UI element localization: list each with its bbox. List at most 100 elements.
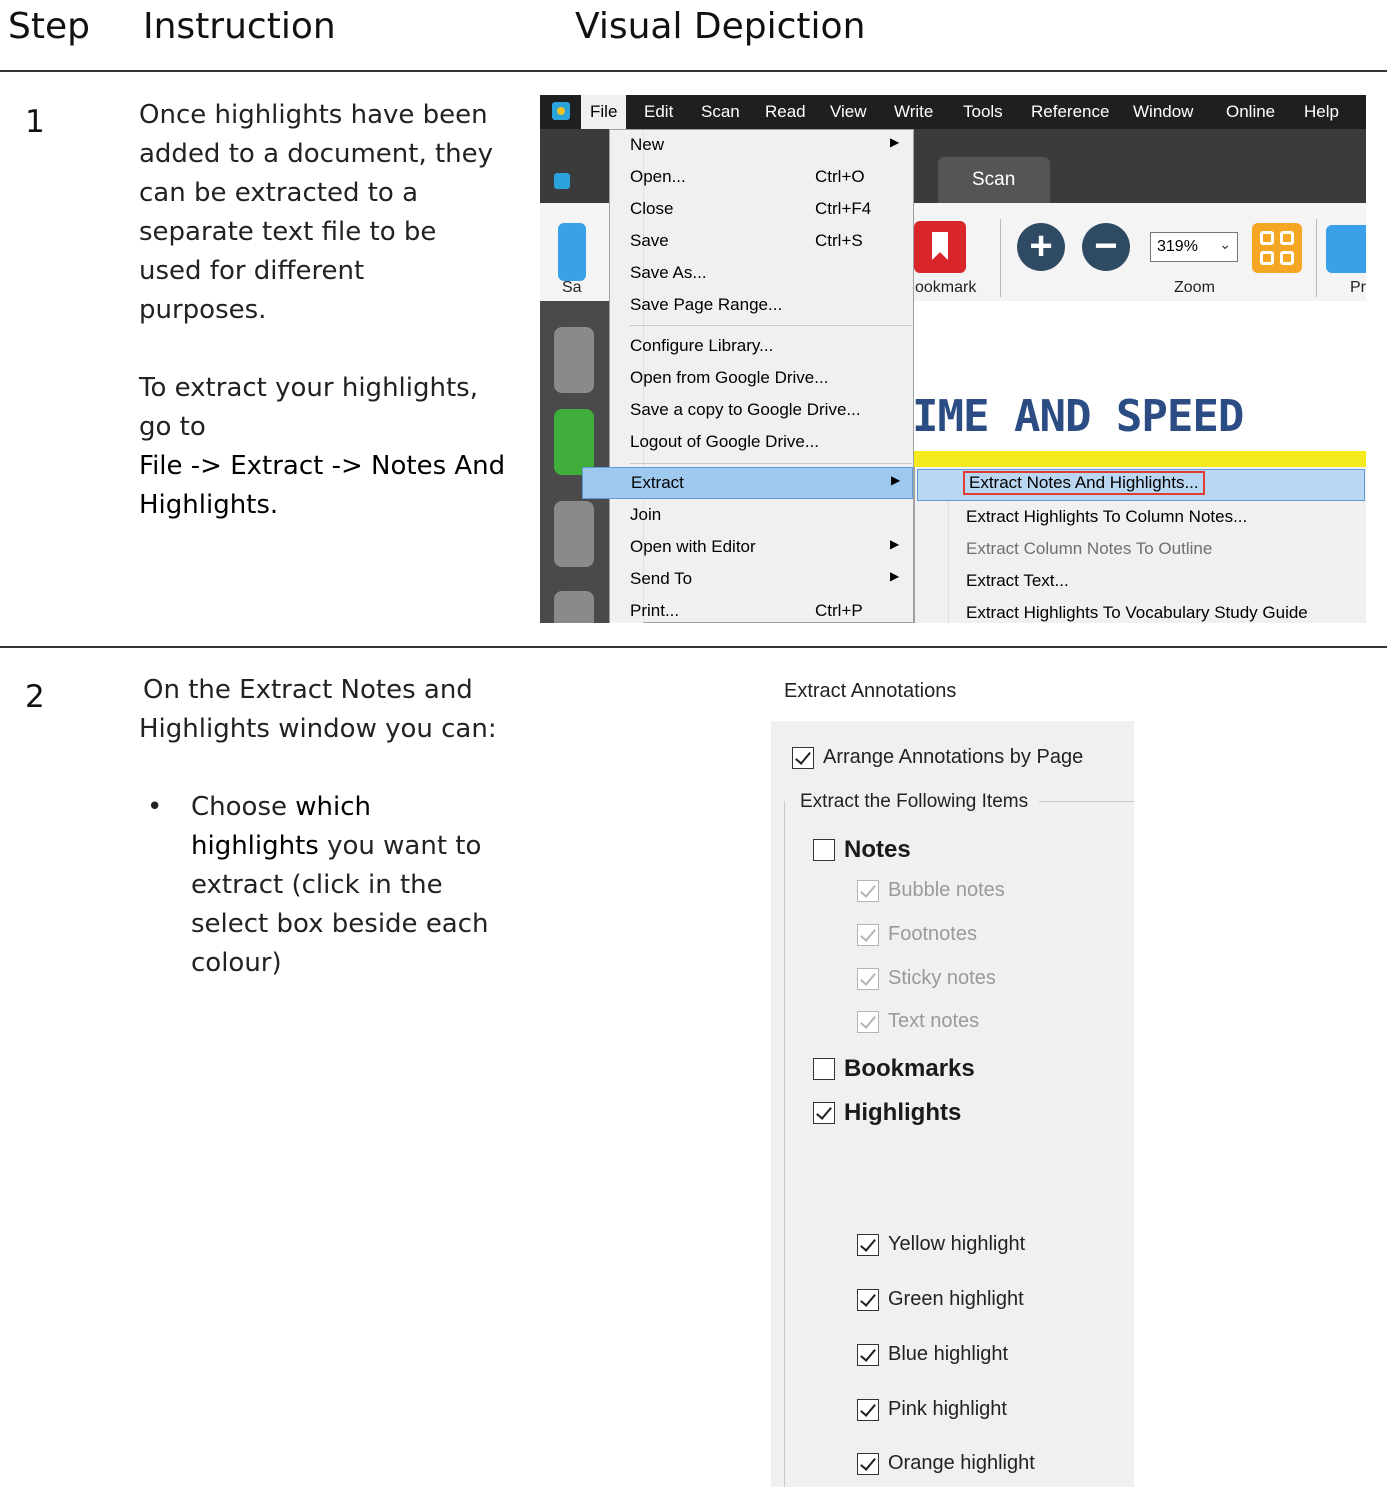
menu-separator — [630, 463, 912, 464]
menu-item-label: Send To — [630, 569, 693, 588]
tab-scan[interactable]: Scan — [938, 157, 1050, 205]
panel-button[interactable] — [554, 409, 594, 475]
menu-item-open-google-drive[interactable]: Open from Google Drive... — [610, 363, 913, 395]
checkbox-label: Blue highlight — [888, 1343, 1009, 1365]
submenu-item-extract-notes-highlights[interactable]: Extract Notes And Highlights... — [917, 469, 1365, 501]
menu-item-label: Extract Highlights To Column Notes... — [966, 507, 1248, 526]
menu-item-label: Save As... — [630, 263, 707, 282]
save-icon[interactable] — [558, 223, 586, 281]
chevron-right-icon: ▶ — [891, 473, 901, 487]
yellow-highlight-checkbox[interactable] — [857, 1234, 879, 1256]
menu-item-join[interactable]: Join — [610, 500, 913, 532]
step-2-bullet: • Choose which highlights you want to ex… — [147, 788, 531, 983]
menu-item-save-page-range[interactable]: Save Page Range... — [610, 290, 913, 322]
menu-item-label: Close — [630, 199, 674, 218]
bookmark-icon[interactable] — [914, 221, 966, 273]
print-icon[interactable] — [1326, 225, 1366, 273]
menu-file[interactable]: File — [581, 95, 627, 129]
checkbox-label: Highlights — [844, 1099, 962, 1126]
menu-item-save-copy-google-drive[interactable]: Save a copy to Google Drive... — [610, 395, 913, 427]
chevron-right-icon: ▶ — [890, 569, 900, 583]
submenu-item-extract-text[interactable]: Extract Text... — [915, 566, 1366, 598]
group-border — [784, 801, 785, 1487]
submenu-item-highlights-column-notes[interactable]: Extract Highlights To Column Notes... — [915, 502, 1366, 534]
menu-item-new[interactable]: New ▶ — [610, 130, 913, 162]
text-line: colour) — [191, 948, 282, 978]
green-highlight-checkbox[interactable] — [857, 1289, 879, 1311]
bookmark-label: ookmark — [915, 279, 977, 296]
group-border — [1039, 801, 1134, 802]
menu-item-print[interactable]: Print... Ctrl+P — [610, 596, 913, 623]
menu-item-configure-library[interactable]: Configure Library... — [610, 331, 913, 363]
menu-item-label: Join — [630, 505, 662, 524]
menu-item-extract[interactable]: Extract ▶ — [582, 467, 913, 499]
panel-button[interactable] — [554, 327, 594, 393]
panel-button[interactable] — [554, 501, 594, 567]
header-rule — [0, 70, 1387, 72]
orange-highlight-checkbox[interactable] — [857, 1453, 879, 1475]
submenu-item-vocabulary-study-guide[interactable]: Extract Highlights To Vocabulary Study G… — [915, 598, 1366, 623]
menu-scan[interactable]: Scan — [701, 102, 740, 122]
menu-online[interactable]: Online — [1226, 102, 1275, 122]
screenshot-file-menu: File Edit Scan Read View Write Tools Ref… — [540, 95, 1366, 623]
menu-item-save[interactable]: Save Ctrl+S — [610, 226, 913, 258]
text-line: added to a document, they — [139, 139, 494, 169]
highlights-checkbox[interactable] — [813, 1102, 835, 1124]
arrange-by-page-checkbox[interactable] — [792, 747, 814, 769]
menu-item-close[interactable]: Close Ctrl+F4 — [610, 194, 913, 226]
submenu-item-column-notes-outline: Extract Column Notes To Outline — [915, 534, 1366, 566]
header-step: Step — [8, 6, 90, 47]
menu-view[interactable]: View — [830, 102, 867, 122]
notes-checkbox[interactable] — [813, 839, 835, 861]
text-span: you want to — [318, 831, 482, 861]
text-line: purposes. — [139, 295, 267, 325]
menu-item-label: Extract Highlights To Vocabulary Study G… — [966, 603, 1308, 622]
zoom-out-icon[interactable]: − — [1082, 223, 1130, 271]
menu-item-shortcut: Ctrl+O — [815, 167, 865, 186]
blue-highlight-checkbox[interactable] — [857, 1344, 879, 1366]
step-1-number: 1 — [25, 104, 45, 140]
menu-path-line: File -> Extract -> Notes And — [139, 451, 506, 481]
header-visual-depiction: Visual Depiction — [575, 6, 866, 47]
menu-item-save-as[interactable]: Save As... — [610, 258, 913, 290]
menu-item-label: New — [630, 135, 665, 154]
menu-item-label: Logout of Google Drive... — [630, 432, 820, 451]
bookmarks-checkbox[interactable] — [813, 1058, 835, 1080]
menu-tools[interactable]: Tools — [963, 102, 1003, 122]
menu-item-logout-google-drive[interactable]: Logout of Google Drive... — [610, 427, 913, 459]
zoom-value: 319% — [1157, 238, 1198, 255]
pink-highlight-checkbox[interactable] — [857, 1399, 879, 1421]
chevron-right-icon: ▶ — [890, 135, 900, 149]
zoom-in-icon[interactable]: + — [1017, 223, 1065, 271]
emphasis-text: highlights — [191, 831, 319, 861]
text-line: can be extracted to a — [139, 178, 419, 208]
print-label: Pr — [1350, 279, 1366, 296]
text-line: select box beside each — [191, 909, 489, 939]
panel-button[interactable] — [554, 591, 594, 623]
menu-item-label: Extract Notes And Highlights... — [963, 471, 1205, 495]
left-panel — [540, 301, 620, 623]
checkbox-label: Notes — [844, 836, 911, 863]
menu-item-label: Print... — [630, 601, 680, 620]
menu-item-label: Open with Editor — [630, 537, 756, 556]
menu-write[interactable]: Write — [894, 102, 933, 122]
menu-reference[interactable]: Reference — [1031, 102, 1109, 122]
zoom-select[interactable]: 319% ⌄ — [1150, 232, 1238, 262]
menu-edit[interactable]: Edit — [644, 102, 673, 122]
menu-item-send-to[interactable]: Send To ▶ — [610, 564, 913, 596]
menu-item-shortcut: Ctrl+F4 — [815, 199, 872, 218]
text-line: used for different — [139, 256, 365, 286]
grid-view-icon[interactable] — [1252, 223, 1302, 273]
menu-item-label: Extract — [631, 473, 684, 492]
menu-window[interactable]: Window — [1133, 102, 1193, 122]
menu-help[interactable]: Help — [1304, 102, 1339, 122]
checkbox-label: Orange highlight — [888, 1452, 1035, 1474]
menu-item-open[interactable]: Open... Ctrl+O — [610, 162, 913, 194]
toolbar-divider — [1316, 219, 1317, 297]
menu-item-open-with-editor[interactable]: Open with Editor ▶ — [610, 532, 913, 564]
menu-read[interactable]: Read — [765, 102, 806, 122]
menu-item-label: Extract Text... — [966, 571, 1069, 590]
menu-item-label: Extract Column Notes To Outline — [966, 539, 1213, 558]
section-rule — [0, 646, 1387, 648]
menu-item-label: Save a copy to Google Drive... — [630, 400, 861, 419]
